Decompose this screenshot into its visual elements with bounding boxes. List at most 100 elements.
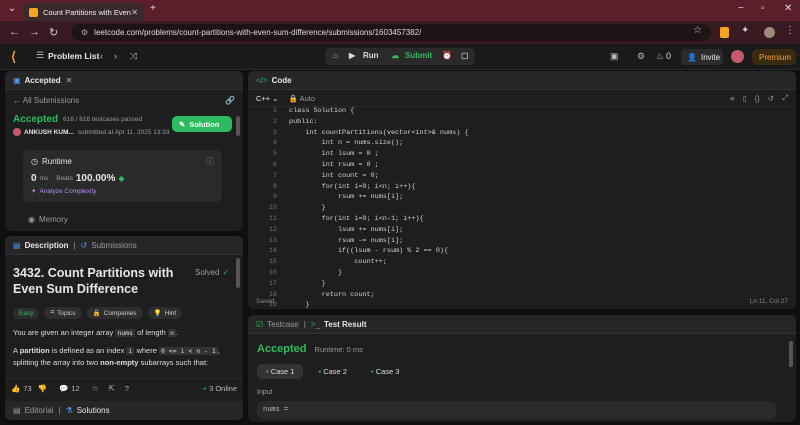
format-icon[interactable]: ≡	[730, 94, 734, 103]
tab-test-result[interactable]: Test Result	[324, 320, 367, 329]
scrollbar[interactable]	[789, 341, 793, 367]
close-tab-icon[interactable]: ✕	[131, 8, 138, 17]
layout-icon[interactable]: ▣	[610, 51, 619, 62]
tab-list-icon[interactable]: ⌄	[8, 3, 16, 14]
tab-solutions[interactable]: Solutions	[77, 406, 110, 415]
code-line[interactable]: 11 for(int i=0; i<n-1; i++){	[250, 215, 790, 226]
settings-icon[interactable]: ⚙	[637, 51, 645, 62]
code-line[interactable]: 6 int rsum = 0 ;	[250, 161, 790, 172]
code-line[interactable]: 4 int n = nums.size();	[250, 139, 790, 150]
case-tab[interactable]: • Case 2	[309, 364, 355, 379]
result-panel-header: ☑ Testcase | >_ Test Result	[248, 315, 796, 334]
scrollbar[interactable]	[236, 116, 240, 136]
case-tabs: • Case 1 • Case 2 • Case 3	[257, 364, 414, 379]
reload-icon[interactable]: ↻	[49, 26, 58, 39]
code-line[interactable]: 2 public:	[250, 118, 790, 129]
tab-editorial[interactable]: Editorial	[25, 406, 54, 415]
code-line[interactable]: 16 }	[250, 269, 790, 280]
problem-list-icon[interactable]: ☰	[36, 50, 44, 61]
back-icon[interactable]: ←	[9, 26, 20, 38]
prev-problem-icon[interactable]: ‹	[100, 51, 103, 61]
browser-tab[interactable]: Count Partitions with Even Sum ✕	[23, 3, 144, 21]
reset-icon[interactable]: ↺	[768, 94, 774, 103]
description-panel: ▤ Description | ↺ Submissions 3432. Coun…	[5, 236, 243, 420]
code-line[interactable]: 7 int count = 0;	[250, 172, 790, 183]
code-line[interactable]: 3 int countPartitions(vector<int>& nums)…	[250, 129, 790, 140]
window-close-icon[interactable]: ✕	[784, 3, 792, 14]
shuffle-icon[interactable]: ⤨	[130, 51, 137, 62]
case-tab[interactable]: • Case 3	[362, 364, 408, 379]
new-tab-icon[interactable]: +	[150, 3, 156, 14]
next-problem-icon[interactable]: ›	[114, 51, 117, 61]
solution-button[interactable]: ✎ Solution	[172, 116, 232, 132]
site-info-icon[interactable]: ⚙	[81, 28, 88, 37]
code-line[interactable]: 17 }	[250, 280, 790, 291]
browser-menu-icon[interactable]: ⋮	[785, 25, 795, 36]
braces-icon[interactable]: {}	[755, 94, 760, 103]
forward-icon[interactable]: →	[29, 26, 40, 38]
like-icon[interactable]: 👍	[11, 384, 20, 393]
code-line[interactable]: 9 rsum += nums[i];	[250, 193, 790, 204]
auto-label: Auto	[299, 93, 316, 103]
star-icon[interactable]: ☆	[92, 384, 99, 393]
hint-button[interactable]: 💡 Hint	[147, 307, 183, 319]
code-line[interactable]: 5 int lsum = 0 ;	[250, 150, 790, 161]
tab-testcase[interactable]: Testcase	[267, 320, 299, 329]
extension-icon[interactable]	[720, 27, 729, 38]
leetcode-logo[interactable]: ⟨	[11, 49, 23, 64]
share-link-icon[interactable]: 🔗	[225, 96, 235, 105]
timer-icon[interactable]: ⏰	[442, 51, 452, 60]
analyze-complexity-link[interactable]: ✦ Analyze Complexity	[31, 187, 214, 196]
memory-tab[interactable]: ◉ Memory	[28, 215, 68, 224]
scrollbar[interactable]	[236, 258, 240, 288]
debug-icon[interactable]: ⌂	[333, 51, 338, 60]
profile-avatar[interactable]	[764, 27, 775, 38]
dislike-icon[interactable]: 👎	[38, 384, 47, 393]
streak-fire-icon[interactable]: ♨	[656, 51, 664, 62]
code-icon: </>	[256, 75, 268, 85]
code-line[interactable]: 12 lsum += nums[i];	[250, 226, 790, 237]
code-line[interactable]: 1 class Solution {	[250, 107, 790, 118]
close-tab-icon[interactable]: ✕	[66, 76, 73, 85]
notes-icon[interactable]: ▢	[461, 51, 469, 60]
code-line[interactable]: 13 rsum -= nums[i];	[250, 237, 790, 248]
auto-lock[interactable]: 🔒 Auto	[289, 94, 315, 103]
submit-button[interactable]: Submit	[405, 51, 432, 60]
premium-button[interactable]: Premium	[752, 49, 796, 65]
inline-code: i	[126, 347, 135, 355]
minimize-icon[interactable]: −	[738, 3, 744, 14]
clock-icon: ◷	[31, 157, 38, 166]
language-select[interactable]: C++ ⌄	[256, 94, 279, 103]
url-input[interactable]: ⚙ leetcode.com/problems/count-partitions…	[71, 24, 711, 41]
all-submissions-link[interactable]: ← All Submissions	[13, 96, 79, 105]
code-text: }	[289, 268, 343, 277]
runtime-card[interactable]: ◷ Runtime ⓘ 0 ms Beats 100.00% ◆ ✦ Analyz…	[23, 150, 222, 202]
code-line[interactable]: 14 if((lsum - rsum) % 2 == 0){	[250, 247, 790, 258]
invite-button[interactable]: 👤 Invite	[681, 49, 723, 65]
code-line[interactable]: 15 count++;	[250, 258, 790, 269]
bookmark-icon[interactable]: ▯	[743, 94, 747, 103]
case-tab[interactable]: • Case 1	[257, 364, 304, 379]
restore-icon[interactable]: ▫	[761, 3, 765, 14]
info-icon[interactable]: ⓘ	[206, 156, 214, 167]
submitter-name[interactable]: ANKUSH KUM...	[24, 129, 74, 136]
run-button[interactable]: Run	[363, 51, 379, 60]
comment-icon[interactable]: 💬	[59, 384, 68, 393]
topics-button[interactable]: ⌗ Topics	[44, 307, 82, 319]
tab-submissions[interactable]: Submissions	[91, 241, 136, 250]
bookmark-star-icon[interactable]: ☆	[693, 25, 702, 36]
companies-button[interactable]: 🔒 Companies	[86, 307, 143, 319]
user-avatar[interactable]	[731, 50, 744, 63]
help-icon[interactable]: ?	[125, 384, 129, 393]
tab-description[interactable]: Description	[25, 241, 69, 250]
code-editor[interactable]: 1 class Solution {2 public: 3 int countPart…	[250, 107, 790, 309]
problem-list-link[interactable]: Problem List	[48, 51, 99, 61]
share-icon[interactable]: ⇱	[108, 384, 114, 393]
code-title: Code	[271, 75, 292, 85]
fullscreen-icon[interactable]: ⤢	[782, 93, 788, 103]
description-text: A	[13, 346, 18, 355]
extensions-puzzle-icon[interactable]: ✦	[741, 25, 749, 36]
code-line[interactable]: 10 }	[250, 204, 790, 215]
code-line[interactable]: 8 for(int i=0; i<n; i++){	[250, 183, 790, 194]
tab-accepted[interactable]: Accepted	[25, 76, 61, 85]
